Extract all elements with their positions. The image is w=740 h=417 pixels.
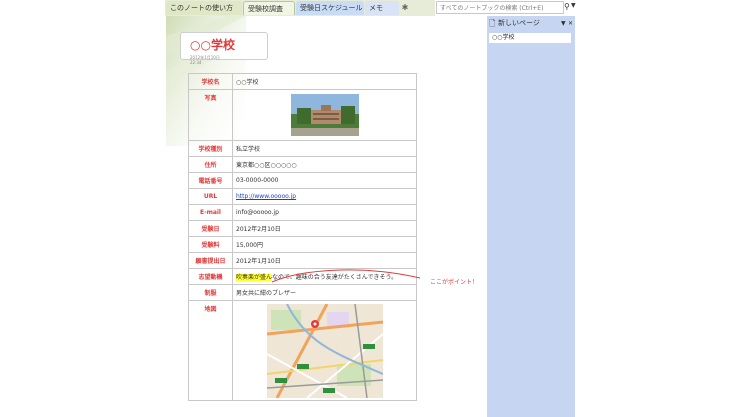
row-value[interactable]: http://www.ooooo.jp (232, 188, 417, 205)
row-key[interactable]: 受験日 (188, 220, 233, 237)
chevron-down-icon[interactable]: ▼ (571, 2, 576, 9)
row-key[interactable]: E-mail (188, 204, 233, 221)
tab-school-survey[interactable]: 受験校調査 (243, 1, 295, 15)
add-tab-button[interactable]: ✱ (400, 3, 410, 13)
table-row: 受験料 15,000円 (188, 236, 417, 253)
table-row: E-mail info@ooooo.jp (188, 204, 417, 221)
row-value[interactable]: info@ooooo.jp (232, 204, 417, 221)
annotation-note: ここがポイント！ (430, 279, 479, 286)
chevron-down-icon[interactable]: ▼ (561, 17, 566, 30)
row-key[interactable]: 地図 (188, 300, 233, 401)
table-row: 学校名 ○○学校 (188, 73, 417, 90)
row-key[interactable]: 学校種別 (188, 140, 233, 157)
search-input[interactable]: すべてのノートブックの検索 (Ctrl+E) (436, 1, 564, 14)
row-key[interactable]: 写真 (188, 89, 233, 141)
row-key[interactable]: 電話番号 (188, 172, 233, 189)
page-time: 22:34 (190, 60, 202, 65)
row-key[interactable]: 志望動機 (188, 268, 233, 285)
row-value[interactable]: 15,000円 (232, 236, 417, 253)
row-key[interactable]: 制服 (188, 284, 233, 301)
highlighted-text[interactable]: 吹奏楽が盛ん (236, 274, 273, 281)
row-key[interactable]: 学校名 (188, 73, 233, 90)
row-value[interactable] (232, 89, 417, 141)
table-row: 電話番号 03-0000-0000 (188, 172, 417, 189)
new-page-icon: 🗋 (489, 19, 496, 28)
page-list-item[interactable]: ○○学校 (489, 33, 571, 43)
row-value[interactable]: 東京都○○区○○○○○ (232, 156, 417, 173)
row-key[interactable]: 願書提出日 (188, 252, 233, 269)
row-value[interactable]: ○○学校 (232, 73, 417, 90)
search-icon[interactable]: ⚲ (564, 2, 570, 11)
table-row: 写真 (188, 89, 417, 141)
tab-how-to-use[interactable]: このノートの使い方 (166, 1, 242, 15)
url-link[interactable]: http://www.ooooo.jp (236, 193, 296, 200)
table-row: 受験日 2012年2月10日 (188, 220, 417, 237)
annotation-curve (271, 269, 421, 283)
table-row: 地図 (188, 300, 417, 401)
tab-memo[interactable]: メモ (365, 1, 399, 15)
new-page-button[interactable]: 🗋 新しいページ ▼ ✕ (487, 17, 575, 30)
page-title[interactable]: ○○学校 (190, 36, 235, 53)
row-value[interactable] (232, 300, 417, 401)
school-photo[interactable] (290, 94, 359, 136)
school-info-table: 学校名 ○○学校 写真 学校種別 私立学校 住所 東京都○○区○○○○○ 電話番… (188, 73, 417, 401)
map-image[interactable] (266, 304, 383, 398)
row-key[interactable]: URL (188, 188, 233, 205)
table-row: URL http://www.ooooo.jp (188, 188, 417, 205)
row-value[interactable]: 2012年2月10日 (232, 220, 417, 237)
row-value[interactable]: 私立学校 (232, 140, 417, 157)
close-icon[interactable]: ✕ (568, 17, 573, 30)
table-row: 学校種別 私立学校 (188, 140, 417, 157)
table-row: 住所 東京都○○区○○○○○ (188, 156, 417, 173)
row-key[interactable]: 受験料 (188, 236, 233, 253)
tab-exam-schedule[interactable]: 受験日スケジュール (296, 1, 364, 15)
row-key[interactable]: 住所 (188, 156, 233, 173)
page-list-pane (487, 16, 575, 417)
row-value[interactable]: 03-0000-0000 (232, 172, 417, 189)
